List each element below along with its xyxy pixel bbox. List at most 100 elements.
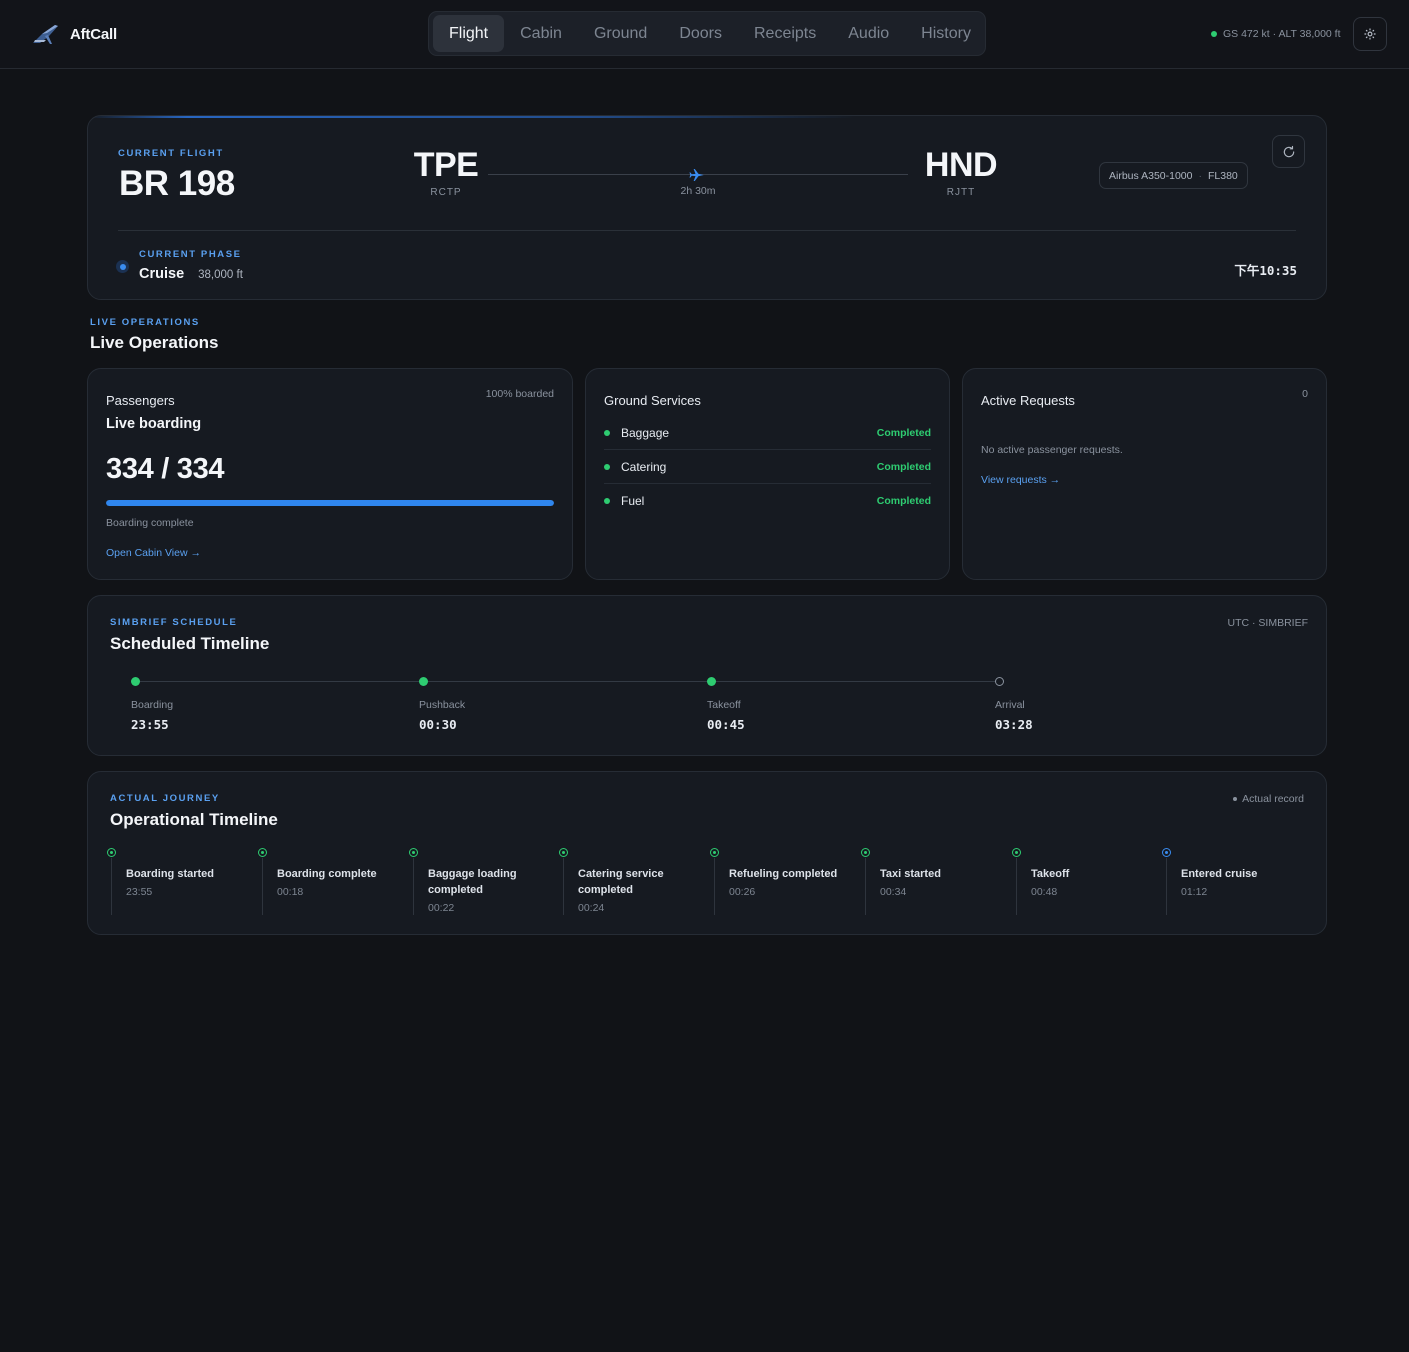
event-title: Baggage loading completed (428, 868, 517, 896)
live-status-dot (1211, 31, 1217, 37)
origin-airport: TPE RCTP (406, 146, 486, 198)
airline-logo-icon (33, 25, 58, 44)
live-ops-title: Live Operations (90, 333, 219, 352)
refresh-icon (1283, 145, 1294, 157)
event-line (1016, 858, 1017, 915)
event-time: 00:48 (1031, 886, 1058, 898)
card-divider (118, 230, 1296, 231)
view-requests-link[interactable]: View requests → (981, 474, 1060, 486)
tab-history[interactable]: History (905, 15, 987, 52)
event-line (1166, 858, 1167, 915)
passengers-heading: Passengers (106, 393, 175, 408)
flight-duration: 2h 30m (680, 185, 716, 197)
boarding-progress-fill (106, 500, 554, 506)
event-time: 00:22 (428, 902, 455, 914)
schedule-track-line (136, 681, 1000, 682)
destination-icao: RJTT (946, 187, 976, 198)
schedule-point-dot (131, 677, 140, 686)
scheduled-timeline-card: SIMBRIEF SCHEDULE Scheduled Timeline UTC… (87, 595, 1327, 756)
schedule-title: Scheduled Timeline (110, 634, 270, 653)
event-title: Refueling completed (729, 868, 838, 880)
refresh-button[interactable] (1272, 135, 1305, 168)
service-status-dot (604, 498, 610, 504)
schedule-point-dot (419, 677, 428, 686)
aircraft-badge: Airbus A350-1000 · FL380 (1099, 162, 1248, 189)
event-time: 00:24 (578, 902, 605, 914)
empty-state-text: No active passenger requests. (981, 444, 1123, 456)
event-line (714, 858, 715, 915)
service-status-dot (604, 463, 610, 470)
tab-cabin[interactable]: Cabin (504, 15, 578, 52)
schedule-point-time: 23:55 (131, 717, 169, 732)
event-line (563, 858, 564, 915)
service-name: Catering (621, 459, 667, 474)
active-requests-heading: Active Requests (981, 393, 1075, 408)
current-flight-card: CURRENT FLIGHT BR 198 TPE RCTP 2h 30m HN… (87, 115, 1327, 300)
aircraft-type: Airbus A350-1000 (1109, 169, 1193, 182)
event-marker (107, 848, 116, 857)
schedule-kicker: SIMBRIEF SCHEDULE (110, 617, 238, 628)
tab-flight[interactable]: Flight (433, 15, 505, 52)
timeline-event: Boarding started 23:55 (107, 848, 261, 916)
service-status-dot (604, 429, 610, 436)
passengers-subheading: Live boarding (106, 416, 202, 432)
schedule-point-time: 00:45 (707, 717, 745, 732)
schedule-point-time: 03:28 (995, 717, 1033, 732)
event-time: 00:34 (880, 886, 907, 898)
plane-icon (689, 169, 704, 181)
journey-title: Operational Timeline (110, 810, 278, 829)
event-title: Takeoff (1031, 868, 1070, 880)
top-bar: AftCall Flight Cabin Ground Doors Receip… (0, 0, 1409, 69)
ground-services-heading: Ground Services (604, 393, 701, 408)
gear-icon (1364, 28, 1376, 40)
settings-button[interactable] (1353, 17, 1387, 51)
origin-icao: RCTP (430, 187, 462, 198)
open-cabin-view-link[interactable]: Open Cabin View → (106, 547, 201, 559)
event-title: Entered cruise (1181, 868, 1258, 880)
timeline-event: Refueling completed 00:26 (710, 848, 864, 916)
service-state: Completed (876, 460, 931, 473)
schedule-point-time: 00:30 (419, 717, 457, 732)
schedule-point-label: Pushback (419, 699, 466, 711)
service-state: Completed (876, 495, 931, 507)
app-name: AftCall (70, 25, 117, 43)
record-dot (1233, 797, 1238, 801)
badge-separator: · (1198, 169, 1202, 182)
event-marker (1012, 848, 1021, 857)
passengers-card: Passengers Live boarding 100% boarded 33… (87, 368, 573, 580)
origin-code: TPE (413, 146, 479, 184)
event-time: 23:55 (126, 886, 153, 898)
boarded-percentage: 100% boarded (485, 388, 554, 400)
event-title: Taxi started (880, 868, 941, 880)
active-requests-card: Active Requests 0 No active passenger re… (962, 368, 1327, 580)
service-state: Completed (876, 426, 931, 439)
list-item: Catering Completed (604, 450, 931, 484)
ground-services-list: Baggage Completed Catering Completed Fue… (604, 416, 931, 518)
event-line (262, 858, 263, 915)
phase-indicator-dot (116, 260, 129, 273)
event-marker (258, 848, 267, 857)
schedule-source-note: UTC · SIMBRIEF (1227, 617, 1309, 629)
event-line (111, 858, 112, 915)
service-name: Baggage (621, 425, 670, 440)
timeline-event: Entered cruise 01:12 (1162, 848, 1316, 916)
tab-doors[interactable]: Doors (663, 15, 738, 52)
schedule-point-label: Boarding (131, 699, 174, 711)
tab-audio[interactable]: Audio (832, 15, 905, 52)
destination-code: HND (924, 146, 998, 184)
event-marker (710, 848, 719, 857)
timeline-event: Taxi started 00:34 (861, 848, 1015, 916)
tab-receipts[interactable]: Receipts (738, 15, 832, 52)
live-ops-kicker: LIVE OPERATIONS (90, 317, 200, 328)
event-line (413, 858, 414, 915)
phase-row: Cruise 38,000 ft (139, 266, 243, 282)
brand[interactable]: AftCall (31, 22, 117, 46)
boarding-status: Boarding complete (106, 517, 194, 529)
event-line (865, 858, 866, 915)
boarding-progress-bar (106, 500, 554, 506)
event-marker (861, 848, 870, 857)
event-title: Boarding complete (277, 868, 377, 880)
event-marker (559, 848, 568, 857)
tab-ground[interactable]: Ground (578, 15, 663, 52)
event-time: 00:18 (277, 886, 304, 898)
